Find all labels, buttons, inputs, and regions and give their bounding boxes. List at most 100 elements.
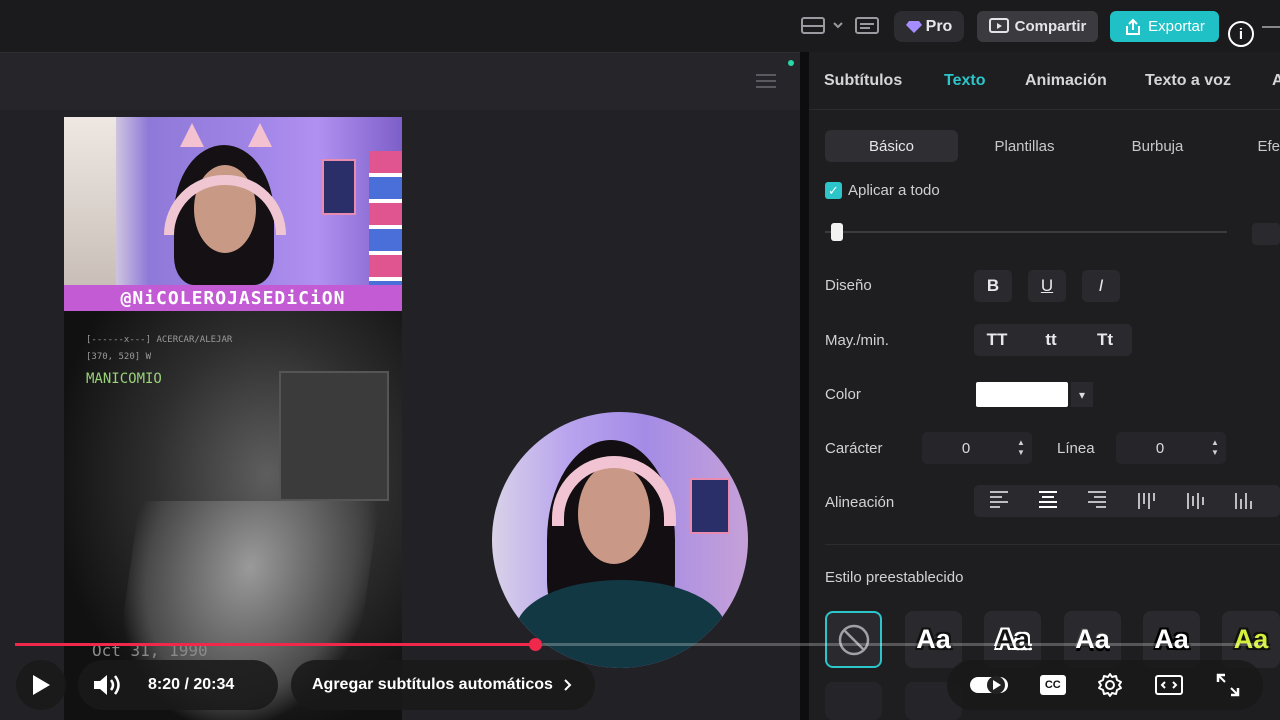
section-divider <box>825 544 1280 545</box>
preset-none-icon[interactable] <box>825 611 882 668</box>
caption-panel-icon[interactable] <box>854 14 880 38</box>
video-preview[interactable]: @NiCOLEROJASEDiCiON [------x---] ACERCAR… <box>64 117 402 720</box>
play-icon <box>33 675 50 695</box>
hud-coords-text: [370, 520] W <box>86 352 152 362</box>
color-dropdown-chevron-icon[interactable]: ▾ <box>1071 382 1093 407</box>
pro-label: Pro <box>925 17 953 35</box>
italic-label: I <box>1098 276 1104 295</box>
poster-decor-2 <box>690 478 730 534</box>
line-spacing-value: 0 <box>1155 439 1165 457</box>
tab-overflow[interactable]: A <box>1272 72 1280 90</box>
channel-handle-bar: @NiCOLEROJASEDiCiON <box>64 285 402 311</box>
color-swatch[interactable] <box>976 382 1068 407</box>
layout-icon[interactable] <box>800 14 826 38</box>
italic-button[interactable]: I <box>1082 270 1120 302</box>
export-button[interactable]: Exportar <box>1110 11 1219 42</box>
progress-bar[interactable] <box>15 638 1265 651</box>
design-label: Diseño <box>825 277 872 294</box>
minimize-icon[interactable] <box>1262 26 1280 28</box>
hud-location-text: MANICOMIO <box>86 371 162 387</box>
tab-texto[interactable]: Texto <box>944 72 985 90</box>
bold-button[interactable]: B <box>974 270 1012 302</box>
char-spacing-label: Carácter <box>825 440 883 457</box>
case-options: TT tt Tt <box>974 324 1132 356</box>
size-value-box[interactable] <box>1252 223 1280 245</box>
player-right-controls: CC <box>947 660 1263 710</box>
poster-decor <box>322 159 356 215</box>
bold-label: B <box>986 276 1000 295</box>
share-screen-icon <box>988 17 1009 33</box>
auto-subtitles-button[interactable]: Agregar subtítulos automáticos <box>291 660 595 710</box>
alignment-options <box>974 485 1280 517</box>
play-button[interactable] <box>16 660 66 710</box>
align-vertical-top-icon[interactable] <box>1136 491 1156 511</box>
cat-ear-right <box>248 123 272 147</box>
apply-all-label: Aplicar a todo <box>848 182 940 199</box>
time-display: 8:20 / 20:34 <box>148 676 235 693</box>
size-slider-track[interactable] <box>825 231 1227 233</box>
volume-icon[interactable] <box>92 672 124 698</box>
uppercase-button[interactable]: TT <box>974 324 1020 356</box>
preset-style-6[interactable] <box>825 682 882 720</box>
gameplay-footage: [------x---] ACERCAR/ALEJAR [370, 520] W… <box>64 311 402 720</box>
menu-icon[interactable] <box>756 74 776 88</box>
autoplay-toggle-icon[interactable] <box>969 673 1009 697</box>
sub-tabs: Básico Plantillas Burbuja Efe <box>825 130 1280 162</box>
line-spacing-stepper-icon[interactable]: ▲ ▼ <box>1204 432 1226 464</box>
preset-style-1[interactable]: Aa <box>905 611 962 668</box>
align-center-icon[interactable] <box>1039 491 1059 511</box>
share-button[interactable]: Compartir <box>977 11 1098 42</box>
tab-subtitulos[interactable]: Subtítulos <box>824 72 902 90</box>
align-left-icon[interactable] <box>990 491 1010 511</box>
app-window: Pro Compartir Exportar i @NiCOLEROJASEDi… <box>0 0 1280 720</box>
top-bar: Pro Compartir Exportar i <box>0 0 1280 52</box>
chevron-down-icon[interactable] <box>832 14 844 38</box>
cat-ear-left <box>180 123 204 147</box>
char-spacing-value: 0 <box>961 439 971 457</box>
fullscreen-icon[interactable] <box>1215 672 1241 698</box>
size-slider-thumb[interactable] <box>831 223 843 241</box>
titlecase-button[interactable]: Tt <box>1082 324 1128 356</box>
info-icon[interactable]: i <box>1228 21 1254 47</box>
upload-icon <box>1126 18 1141 35</box>
shelf-decor <box>369 151 402 285</box>
tab-texto-a-voz[interactable]: Texto a voz <box>1145 72 1231 90</box>
align-vertical-center-icon[interactable] <box>1185 491 1205 511</box>
webcam-overlay <box>64 117 402 285</box>
char-spacing-stepper-icon[interactable]: ▲ ▼ <box>1010 432 1032 464</box>
panel-tabs: Subtítulos Texto Animación Texto a voz A <box>809 52 1280 110</box>
tab-animacion[interactable]: Animación <box>1025 72 1107 90</box>
panel-divider[interactable] <box>800 52 809 720</box>
chevron-right-icon <box>564 679 572 691</box>
align-vertical-bottom-icon[interactable] <box>1233 491 1253 511</box>
progress-played <box>15 643 535 646</box>
apply-all-row[interactable]: ✓ Aplicar a todo <box>825 182 940 199</box>
theater-mode-icon[interactable] <box>1154 673 1184 697</box>
case-label: May./min. <box>825 332 889 349</box>
subtab-basico[interactable]: Básico <box>825 130 958 162</box>
subtab-burbuja[interactable]: Burbuja <box>1091 130 1224 162</box>
circle-webcam-overlay[interactable] <box>492 412 748 668</box>
preset-style-label: Estilo preestablecido <box>825 569 964 586</box>
diamond-icon <box>905 20 922 33</box>
subtab-plantillas[interactable]: Plantillas <box>958 130 1091 162</box>
subtab-efectos[interactable]: Efe <box>1224 130 1280 162</box>
alignment-label: Alineación <box>825 494 895 511</box>
cc-icon[interactable]: CC <box>1039 675 1066 695</box>
progress-scrubber[interactable] <box>529 638 542 651</box>
preview-header <box>0 52 800 110</box>
sweater <box>516 580 726 668</box>
checkbox-checked-icon[interactable]: ✓ <box>825 182 842 199</box>
align-right-icon[interactable] <box>1088 491 1108 511</box>
hud-zoom-text: [------x---] ACERCAR/ALEJAR <box>86 335 233 345</box>
share-label: Compartir <box>1014 18 1087 35</box>
export-label: Exportar <box>1148 18 1205 35</box>
pro-button[interactable]: Pro <box>894 11 964 42</box>
settings-gear-icon[interactable] <box>1097 672 1123 698</box>
line-spacing-input[interactable]: 0 ▲ ▼ <box>1116 432 1226 464</box>
auto-subtitles-label: Agregar subtítulos automáticos <box>312 676 553 693</box>
underline-button[interactable]: U <box>1028 270 1066 302</box>
char-spacing-input[interactable]: 0 ▲ ▼ <box>922 432 1032 464</box>
lowercase-button[interactable]: tt <box>1020 324 1082 356</box>
color-label: Color <box>825 386 861 403</box>
